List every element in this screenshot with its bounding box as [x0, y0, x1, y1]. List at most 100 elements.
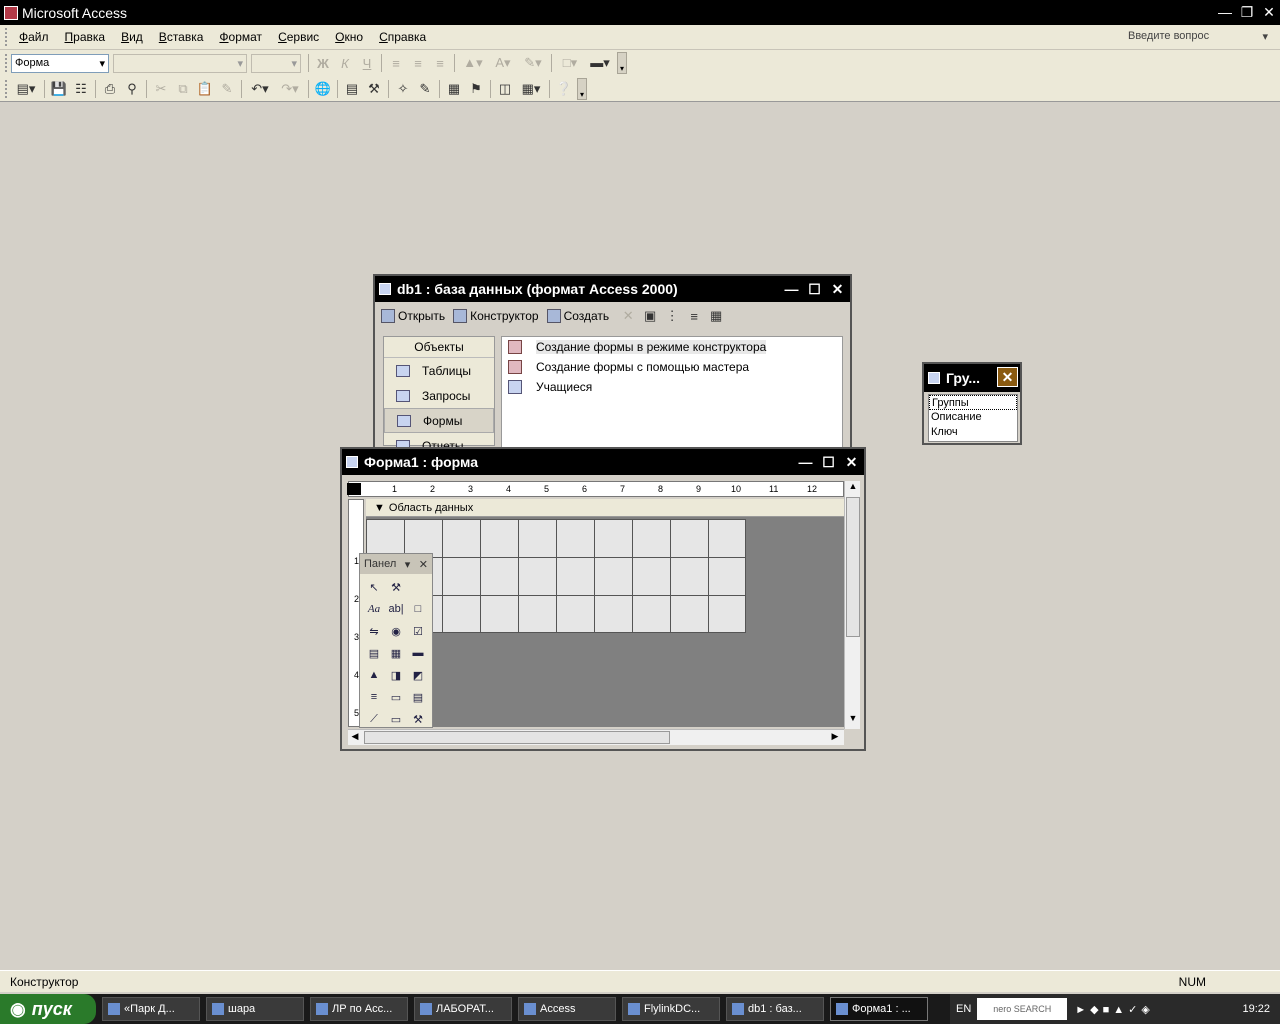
close-icon[interactable]: ✕ [997, 367, 1018, 387]
bold-icon[interactable]: Ж [312, 52, 334, 74]
italic-icon[interactable]: К [334, 52, 356, 74]
bound-object-icon[interactable]: ◩ [407, 664, 429, 686]
menu-edit[interactable]: Правка [57, 30, 114, 44]
nero-search-logo[interactable]: nero SEARCH [977, 998, 1068, 1020]
form-selector[interactable] [347, 483, 361, 495]
close-icon[interactable]: ✕ [1258, 2, 1280, 22]
redo-icon[interactable]: ↷▾ [275, 78, 305, 100]
taskbar-item[interactable]: ЛР по Acc... [310, 997, 408, 1021]
list-view-icon[interactable]: ≡ [683, 305, 705, 327]
scroll-left-icon[interactable]: ◀ [348, 731, 362, 745]
list-item[interactable]: Учащиеся [502, 377, 842, 397]
underline-icon[interactable]: Ч [356, 52, 378, 74]
small-icons-icon[interactable]: ⋮ [661, 305, 683, 327]
line-tool-icon[interactable]: ⟋ [363, 708, 385, 730]
list-box-icon[interactable]: ▦ [385, 642, 407, 664]
undo-icon[interactable]: ↶▾ [245, 78, 275, 100]
tab-control-icon[interactable]: ▭ [385, 686, 407, 708]
font-combo[interactable]: ▾ [113, 53, 247, 73]
properties-icon[interactable]: ▦ [443, 78, 465, 100]
fill-color-icon[interactable]: ▲▾ [458, 52, 488, 74]
scroll-right-icon[interactable]: ▶ [828, 731, 842, 745]
objects-header[interactable]: Объекты [384, 337, 494, 358]
rectangle-tool-icon[interactable]: ▭ [385, 708, 407, 730]
border-width-icon[interactable]: □▾ [555, 52, 585, 74]
toolbar-grip[interactable] [5, 28, 8, 46]
objects-item-tables[interactable]: Таблицы [384, 358, 494, 383]
save-icon[interactable]: 💾 [48, 78, 70, 100]
align-right-icon[interactable]: ≡ [429, 52, 451, 74]
taskbar-item[interactable]: FlylinkDC... [622, 997, 720, 1021]
list-item[interactable]: Создание формы в режиме конструктора [502, 337, 842, 357]
print-icon[interactable]: ⎙ [99, 78, 121, 100]
font-size-combo[interactable]: ▾ [251, 53, 301, 73]
textbox-tool-icon[interactable]: ab| [385, 598, 407, 620]
minimize-icon[interactable]: — [781, 279, 802, 299]
field-item[interactable]: Ключ [929, 425, 1017, 440]
paste-icon[interactable]: 📋 [194, 78, 216, 100]
vertical-scrollbar[interactable]: ▲ ▼ [844, 481, 860, 729]
large-icons-icon[interactable]: ▣ [639, 305, 661, 327]
toolbox-titlebar[interactable]: Панел ▾ ✕ [360, 554, 432, 574]
menu-format[interactable]: Формат [211, 30, 270, 44]
toolbar-grip[interactable] [5, 54, 8, 72]
minimize-icon[interactable]: — [1214, 2, 1236, 22]
label-tool-icon[interactable]: Aa [363, 598, 385, 620]
align-center-icon[interactable]: ≡ [407, 52, 429, 74]
toolbar-grip[interactable] [5, 79, 8, 98]
taskbar-item[interactable]: Форма1 : ... [830, 997, 928, 1021]
object-combo[interactable]: Форма ▾ [11, 53, 109, 73]
toggle-button-icon[interactable]: ⇋ [363, 620, 385, 642]
menu-insert[interactable]: Вставка [151, 30, 212, 44]
font-color-icon[interactable]: A▾ [488, 52, 518, 74]
toolbox-icon[interactable]: ⚒ [363, 78, 385, 100]
database-window-titlebar[interactable]: db1 : база данных (формат Access 2000) —… [375, 276, 850, 302]
align-left-icon[interactable]: ≡ [385, 52, 407, 74]
code-icon[interactable]: ✎ [414, 78, 436, 100]
vertical-scroll-thumb[interactable] [846, 497, 860, 637]
field-item[interactable]: Группы [929, 395, 1017, 410]
line-color-icon[interactable]: ✎▾ [518, 52, 548, 74]
menu-tools[interactable]: Сервис [270, 30, 327, 44]
checkbox-tool-icon[interactable]: ☑ [407, 620, 429, 642]
form-window-titlebar[interactable]: Форма1 : форма — ☐ ✕ [342, 449, 864, 475]
close-icon[interactable]: ✕ [419, 558, 428, 571]
print-preview-icon[interactable]: ⚲ [121, 78, 143, 100]
open-button[interactable]: Открыть [381, 309, 445, 323]
taskbar-item[interactable]: шара [206, 997, 304, 1021]
toolbar-overflow-icon[interactable]: ▾ [577, 77, 587, 100]
option-group-icon[interactable]: □ [407, 598, 429, 620]
view-icon[interactable]: ▤▾ [11, 78, 41, 100]
taskbar-item[interactable]: «Парк Д... [102, 997, 200, 1021]
objects-item-queries[interactable]: Запросы [384, 383, 494, 408]
start-button[interactable]: ◉ пуск [0, 994, 96, 1024]
delete-icon[interactable]: ✕ [617, 305, 639, 327]
format-painter-icon[interactable]: ✎ [216, 78, 238, 100]
maximize-icon[interactable]: ☐ [818, 452, 839, 472]
form-design-canvas[interactable]: ▼ Область данных [366, 499, 844, 727]
menu-view[interactable]: Вид [113, 30, 151, 44]
menu-window[interactable]: Окно [327, 30, 371, 44]
file-search-icon[interactable]: ☷ [70, 78, 92, 100]
taskbar-item[interactable]: ЛАБОРАТ... [414, 997, 512, 1021]
language-indicator[interactable]: EN [956, 1003, 971, 1015]
copy-icon[interactable]: ⧉ [172, 78, 194, 100]
close-icon[interactable]: ✕ [827, 279, 848, 299]
database-window-icon[interactable]: ◫ [494, 78, 516, 100]
close-icon[interactable]: ✕ [841, 452, 862, 472]
select-objects-icon[interactable]: ↖ [363, 576, 385, 598]
design-button[interactable]: Конструктор [453, 309, 539, 323]
new-object-icon[interactable]: ▦▾ [516, 78, 546, 100]
minimize-icon[interactable]: — [795, 452, 816, 472]
taskbar-item[interactable]: Access [518, 997, 616, 1021]
field-list-icon[interactable]: ▤ [341, 78, 363, 100]
hyperlink-icon[interactable]: 🌐 [312, 78, 334, 100]
menu-file[interactable]: Файл [11, 30, 57, 44]
horizontal-scroll-thumb[interactable] [364, 731, 670, 744]
field-item[interactable]: Описание [929, 410, 1017, 425]
option-button-icon[interactable]: ◉ [385, 620, 407, 642]
help-question-box[interactable]: Введите вопрос ▾ [1128, 30, 1268, 46]
clock[interactable]: 19:22 [1242, 1003, 1270, 1015]
create-button[interactable]: Создать [546, 309, 609, 323]
tray-icons[interactable]: ►◆■▲✓◈ [1075, 1003, 1154, 1016]
